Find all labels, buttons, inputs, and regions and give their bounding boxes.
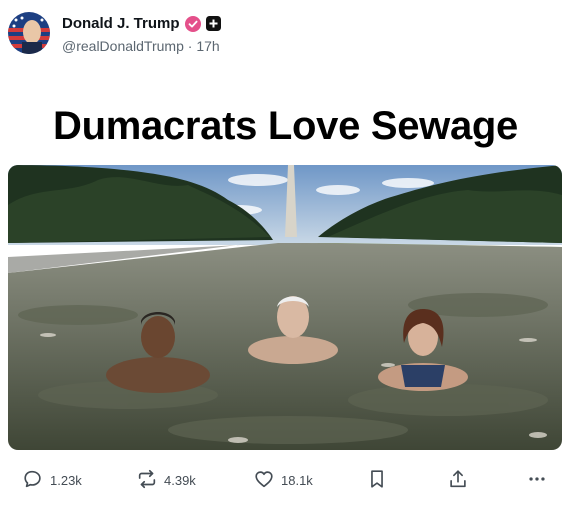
post-time[interactable]: 17h: [196, 38, 219, 54]
separator: ·: [187, 38, 193, 54]
more-icon: [526, 468, 548, 493]
bookmark-icon: [366, 468, 388, 493]
verified-badge-icon: [184, 15, 201, 32]
reply-button[interactable]: 1.23k: [22, 468, 82, 493]
repost-icon: [136, 468, 158, 493]
share-button[interactable]: [447, 468, 469, 493]
post-image[interactable]: [8, 165, 562, 450]
like-button[interactable]: 18.1k: [253, 468, 313, 493]
reply-count: 1.23k: [50, 473, 82, 488]
heart-icon: [253, 468, 275, 493]
author-handle[interactable]: @realDonaldTrump: [62, 38, 184, 54]
post-header: Donald J. Trump @realDonaldTrump · 17h: [8, 12, 563, 58]
avatar[interactable]: [8, 12, 50, 54]
share-icon: [447, 468, 469, 493]
more-options-button[interactable]: [526, 468, 548, 493]
reply-icon: [22, 468, 44, 493]
action-bar: 1.23k 4.39k 18.1k: [0, 468, 571, 498]
like-count: 18.1k: [281, 473, 313, 488]
repost-count: 4.39k: [164, 473, 196, 488]
author-name[interactable]: Donald J. Trump: [62, 15, 180, 32]
post-headline: Dumacrats Love Sewage: [52, 104, 518, 148]
repost-button[interactable]: 4.39k: [136, 468, 196, 493]
bookmark-button[interactable]: [366, 468, 388, 493]
handle-row: @realDonaldTrump · 17h: [62, 38, 220, 54]
plus-badge-icon: [205, 16, 221, 31]
author-row: Donald J. Trump: [62, 15, 221, 32]
